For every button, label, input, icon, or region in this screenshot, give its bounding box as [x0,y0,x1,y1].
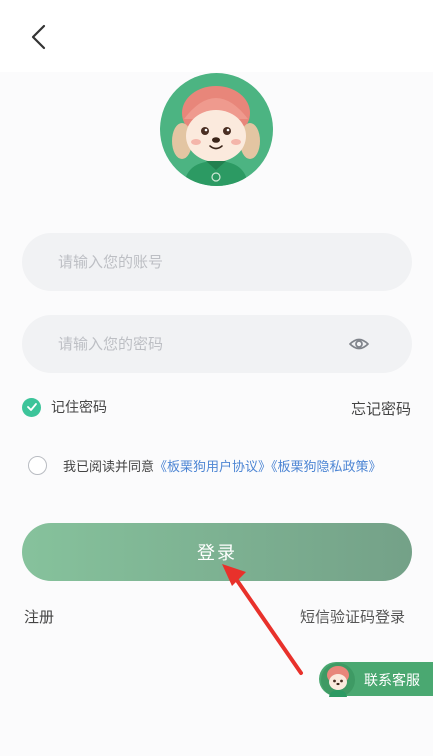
remember-password-checkbox[interactable]: 记住密码 [22,397,107,417]
agreement-row: 我已阅读并同意《板栗狗用户协议》《板栗狗隐私政策》 [28,456,382,475]
chevron-left-icon [31,24,46,50]
login-button[interactable]: 登录 [22,523,412,581]
user-agreement-link[interactable]: 《板栗狗用户协议》 [154,460,271,475]
register-link[interactable]: 注册 [24,606,54,627]
forgot-password-link[interactable]: 忘记密码 [351,398,411,419]
contact-support-label: 联系客服 [364,673,420,689]
eye-icon [349,338,369,350]
agreement-text: 我已阅读并同意《板栗狗用户协议》《板栗狗隐私政策》 [63,456,382,475]
password-visibility-toggle[interactable] [348,334,370,354]
login-button-label: 登录 [197,543,237,564]
agreement-checkbox[interactable] [28,456,47,475]
remember-password-label: 记住密码 [51,400,107,416]
account-field[interactable] [22,233,412,291]
puppy-mascot-icon [321,663,355,697]
header [0,0,433,72]
password-input[interactable] [56,334,350,354]
back-button[interactable] [22,20,58,56]
password-field[interactable] [22,315,412,373]
agreement-prefix: 我已阅读并同意 [63,460,155,475]
check-icon [22,397,41,417]
sms-login-link[interactable]: 短信验证码登录 [300,606,405,627]
privacy-policy-link[interactable]: 《板栗狗隐私政策》 [271,460,382,475]
puppy-mascot-avatar [160,73,273,186]
account-input[interactable] [56,252,350,272]
avatar [160,73,273,186]
contact-support-button[interactable]: 联系客服 [319,662,433,697]
